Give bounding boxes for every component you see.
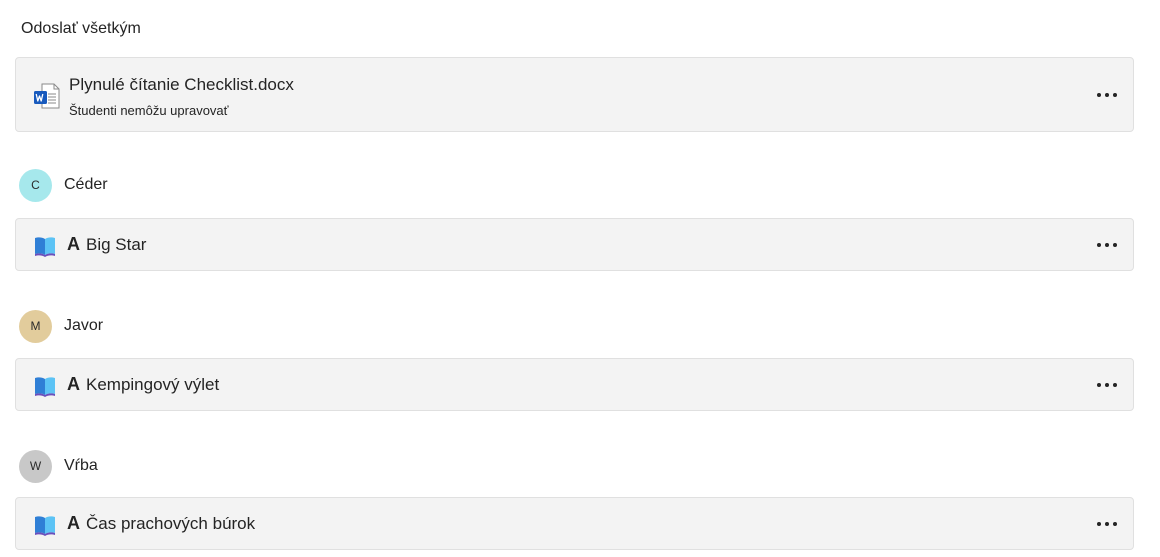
book-card[interactable]: A Big Star bbox=[15, 218, 1134, 271]
more-options-button[interactable] bbox=[1097, 378, 1117, 392]
avatar: C bbox=[19, 168, 52, 202]
book-label[interactable]: A Čas prachových búrok bbox=[67, 513, 255, 534]
reading-level: A bbox=[67, 374, 80, 394]
more-icon bbox=[1097, 521, 1101, 526]
reading-level: A bbox=[67, 234, 80, 254]
book-title: Kempingový výlet bbox=[86, 375, 220, 394]
group-header: M Javor bbox=[19, 309, 103, 343]
more-icon bbox=[1097, 92, 1101, 97]
avatar: W bbox=[19, 449, 52, 483]
group-header: C Céder bbox=[19, 168, 108, 202]
avatar: M bbox=[19, 309, 52, 343]
book-title: Čas prachových búrok bbox=[86, 514, 256, 533]
more-options-button[interactable] bbox=[1097, 238, 1117, 252]
book-icon bbox=[35, 237, 55, 257]
reading-level: A bbox=[67, 513, 80, 533]
book-label[interactable]: A Big Star bbox=[67, 234, 146, 255]
section-title: Odoslať všetkým bbox=[21, 20, 141, 37]
file-card[interactable]: Plynulé čítanie Checklist.docx Študenti … bbox=[15, 57, 1134, 132]
more-icon bbox=[1097, 242, 1101, 247]
more-options-button[interactable] bbox=[1097, 517, 1117, 531]
group-header: W Vŕba bbox=[19, 449, 98, 483]
file-name[interactable]: Plynulé čítanie Checklist.docx bbox=[69, 75, 294, 95]
book-title: Big Star bbox=[86, 235, 147, 254]
book-icon bbox=[35, 377, 55, 397]
group-name: Céder bbox=[64, 176, 108, 193]
group-name: Vŕba bbox=[64, 457, 98, 474]
more-options-button[interactable] bbox=[1097, 88, 1117, 102]
book-icon bbox=[35, 516, 55, 536]
file-permission-text: Študenti nemôžu upravovať bbox=[69, 103, 229, 118]
word-document-icon bbox=[34, 83, 60, 109]
more-icon bbox=[1097, 382, 1101, 387]
group-name: Javor bbox=[64, 317, 104, 334]
book-card[interactable]: A Kempingový výlet bbox=[15, 358, 1134, 411]
book-label[interactable]: A Kempingový výlet bbox=[67, 374, 219, 395]
book-card[interactable]: A Čas prachových búrok bbox=[15, 497, 1134, 550]
